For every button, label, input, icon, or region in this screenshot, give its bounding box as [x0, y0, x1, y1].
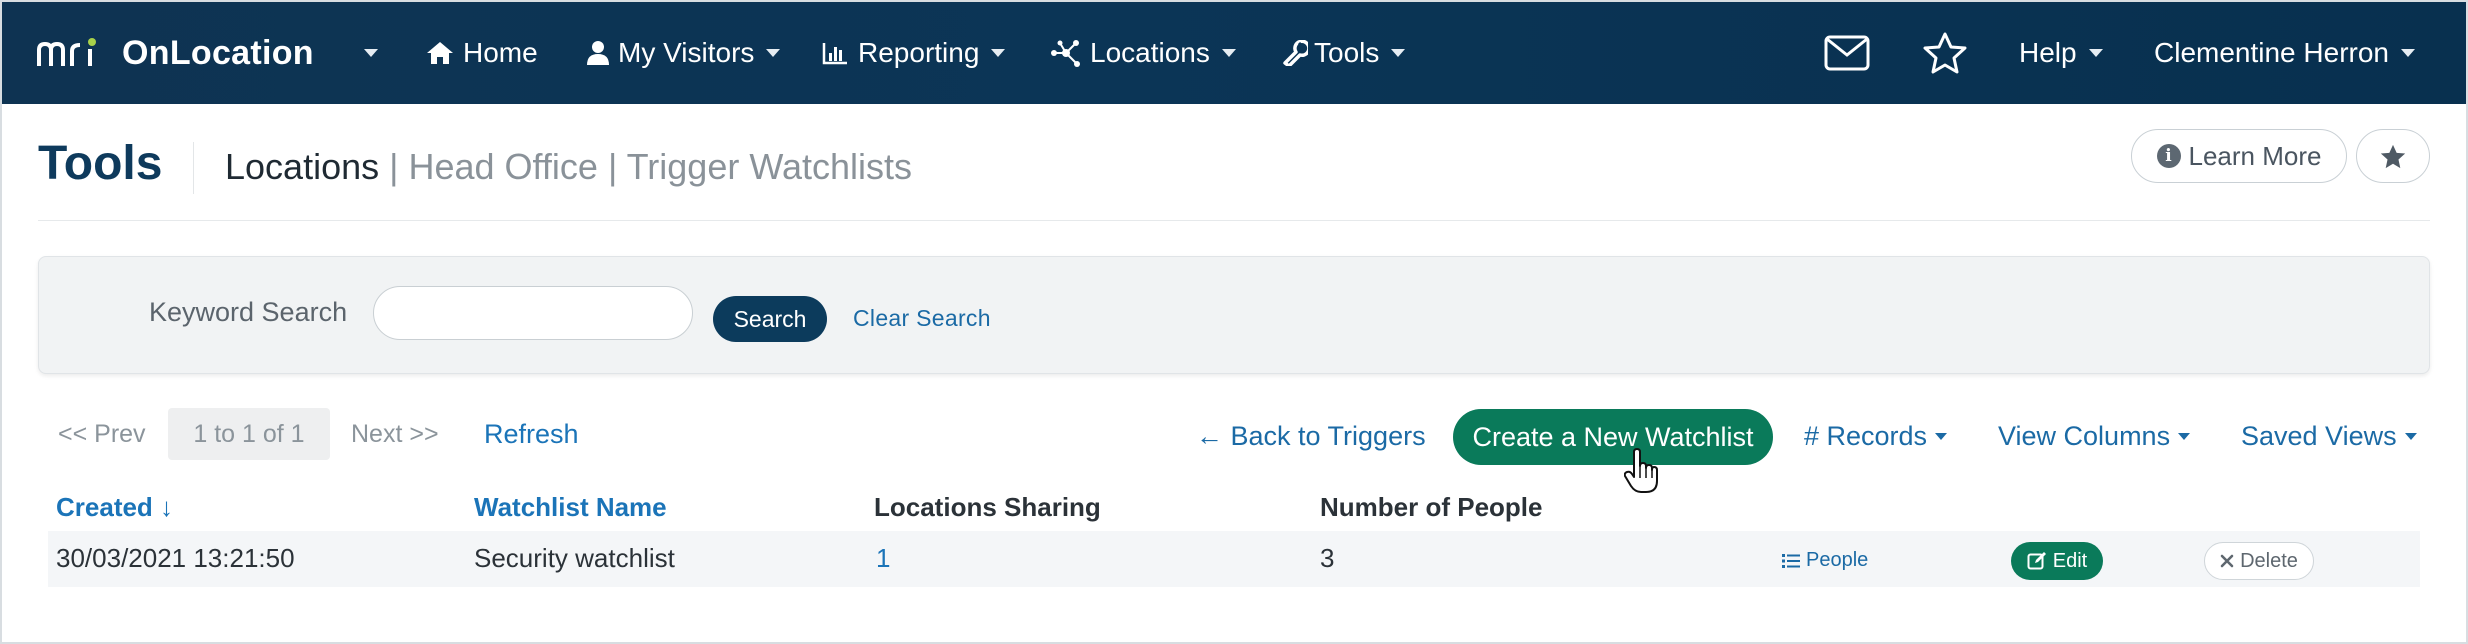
- column-header-created[interactable]: Created ↓: [56, 492, 173, 523]
- chevron-down-icon: [2088, 49, 2103, 57]
- keyword-search-input[interactable]: [373, 286, 693, 340]
- brand[interactable]: OnLocation: [36, 2, 314, 104]
- user-menu[interactable]: Clementine Herron: [2154, 2, 2415, 104]
- edit-icon: [2027, 552, 2046, 570]
- chevron-down-icon: [991, 49, 1006, 57]
- favorite-page-button[interactable]: [2356, 129, 2430, 183]
- breadcrumb-trigger-watchlists: | Trigger Watchlists: [607, 146, 913, 187]
- nav-home[interactable]: Home: [425, 2, 538, 104]
- delete-label: Delete: [2240, 549, 2298, 572]
- people-action-label: People: [1806, 549, 1869, 571]
- nav-help-label: Help: [2019, 37, 2077, 68]
- edit-label: Edit: [2052, 549, 2088, 572]
- column-header-number-of-people: Number of People: [1320, 492, 1543, 522]
- chevron-down-icon: [1935, 433, 1948, 440]
- nav-my-visitors[interactable]: My Visitors: [586, 2, 781, 104]
- chevron-down-icon: [1391, 49, 1406, 57]
- hand-cursor-icon: [1624, 448, 1658, 493]
- cell-watchlist-name: Security watchlist: [474, 543, 675, 573]
- nav-locations-label: Locations: [1090, 37, 1210, 68]
- star-icon: [1923, 32, 1967, 74]
- home-icon: [427, 42, 453, 64]
- chevron-down-icon: [2178, 433, 2191, 440]
- chevron-down-icon: [364, 49, 378, 57]
- view-columns-dropdown[interactable]: View Columns: [1998, 421, 2191, 452]
- edit-button[interactable]: Edit: [2011, 542, 2103, 580]
- info-icon: i: [2156, 144, 2181, 168]
- nav-tools[interactable]: Tools: [1282, 2, 1406, 104]
- saved-views-dropdown[interactable]: Saved Views: [2241, 421, 2417, 452]
- nav-reporting[interactable]: Reporting: [822, 2, 1006, 104]
- star-icon: [2380, 144, 2406, 168]
- nav-tools-label: Tools: [1314, 37, 1380, 68]
- prev-page-link[interactable]: << Prev: [58, 420, 146, 449]
- cell-locations-sharing-link[interactable]: 1: [876, 543, 890, 574]
- top-navbar: OnLocation Home My Visitors Reporting Lo…: [2, 2, 2466, 104]
- refresh-link[interactable]: Refresh: [484, 419, 579, 450]
- page-info: 1 to 1 of 1: [168, 408, 330, 460]
- records-dropdown[interactable]: # Records: [1804, 421, 1948, 452]
- nav-reporting-label: Reporting: [858, 37, 980, 68]
- brand-dropdown[interactable]: [352, 2, 378, 104]
- nav-home-label: Home: [463, 37, 538, 68]
- user-name: Clementine Herron: [2154, 37, 2389, 68]
- network-icon: [1051, 40, 1080, 67]
- people-action-link[interactable]: People: [1782, 549, 1868, 572]
- mri-logo-icon: [36, 38, 104, 68]
- search-button[interactable]: Search: [713, 296, 827, 342]
- next-page-link[interactable]: Next >>: [351, 420, 439, 449]
- create-new-watchlist-button[interactable]: Create a New Watchlist: [1453, 409, 1773, 465]
- learn-more-label: Learn More: [2188, 140, 2322, 171]
- records-label: # Records: [1804, 421, 1928, 451]
- header-divider: [38, 220, 2430, 221]
- chevron-down-icon: [766, 49, 781, 57]
- column-header-watchlist-name[interactable]: Watchlist Name: [474, 492, 667, 523]
- clear-search-link[interactable]: Clear Search: [853, 305, 991, 332]
- saved-views-label: Saved Views: [2241, 421, 2397, 451]
- delete-button[interactable]: Delete: [2204, 542, 2314, 580]
- brand-name: OnLocation: [122, 33, 314, 72]
- learn-more-button[interactable]: i Learn More: [2131, 129, 2347, 183]
- chevron-down-icon: [2401, 49, 2415, 57]
- view-columns-label: View Columns: [1998, 421, 2171, 451]
- cell-created: 30/03/2021 13:21:50: [56, 543, 295, 573]
- page-title: Tools: [38, 137, 163, 190]
- breadcrumb: Locations | Head Office | Trigger Watchl…: [225, 146, 912, 188]
- nav-my-visitors-label: My Visitors: [618, 37, 755, 68]
- keyword-search-label: Keyword Search: [149, 297, 348, 327]
- cell-number-of-people: 3: [1320, 543, 1335, 573]
- back-to-triggers-link[interactable]: ← Back to Triggers: [1196, 421, 1426, 452]
- search-panel: Keyword Search Search Clear Search: [38, 256, 2430, 374]
- close-icon: [2220, 554, 2234, 568]
- column-header-locations-sharing: Locations Sharing: [874, 492, 1101, 522]
- list-icon: [1782, 553, 1800, 568]
- messages-button[interactable]: [1824, 2, 1870, 104]
- breadcrumb-locations: Locations: [225, 146, 380, 187]
- chevron-down-icon: [1221, 49, 1236, 57]
- wrench-icon: [1283, 40, 1308, 66]
- title-divider: [193, 142, 194, 194]
- breadcrumb-head-office: | Head Office: [389, 146, 598, 187]
- nav-locations[interactable]: Locations: [1050, 2, 1236, 104]
- bar-chart-icon: [822, 43, 847, 65]
- favorites-button[interactable]: [1922, 2, 1968, 104]
- envelope-icon: [1824, 35, 1870, 71]
- nav-help[interactable]: Help: [2019, 2, 2103, 104]
- chevron-down-icon: [2404, 433, 2417, 440]
- user-icon: [587, 41, 609, 65]
